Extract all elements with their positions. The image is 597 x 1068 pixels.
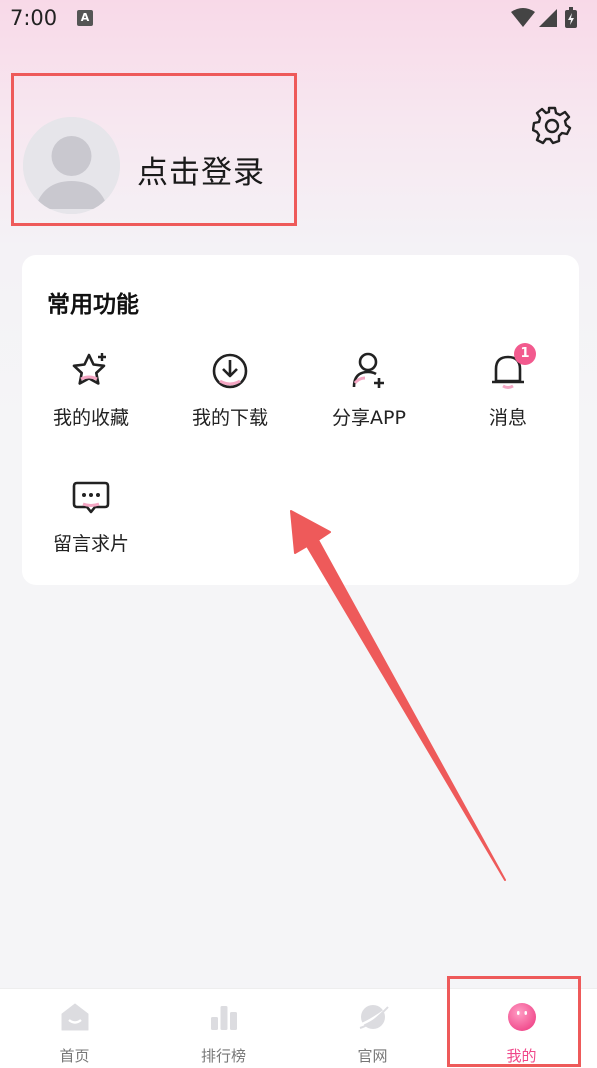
- download-icon: [212, 353, 248, 389]
- tab-ranking[interactable]: 排行榜: [149, 989, 298, 1068]
- home-icon: [61, 1003, 89, 1031]
- add-user-icon: [352, 352, 384, 388]
- request-movie-button[interactable]: 留言求片: [36, 477, 146, 557]
- function-label: 留言求片: [52, 533, 129, 555]
- function-label: 我的下载: [191, 407, 268, 429]
- function-label: 分享APP: [332, 407, 406, 429]
- planet-icon: [358, 1005, 389, 1029]
- messages-button[interactable]: 消息: [453, 351, 563, 431]
- tab-label: 官网: [357, 1047, 388, 1065]
- star-icon: [72, 353, 106, 385]
- wifi-icon: [511, 8, 535, 27]
- chat-icon: [72, 481, 110, 514]
- settings-gear-icon[interactable]: [532, 105, 572, 145]
- tab-label: 排行榜: [200, 1047, 246, 1065]
- signal-icon: [539, 9, 557, 27]
- downloads-button[interactable]: 我的下载: [175, 351, 285, 431]
- highlight-box-mine-tab: [447, 976, 581, 1067]
- status-bar: 7:00 A: [0, 0, 597, 38]
- tab-home[interactable]: 首页: [0, 989, 149, 1068]
- battery-icon: [565, 7, 577, 28]
- status-time: 7:00: [10, 6, 58, 30]
- status-icons: [511, 7, 577, 28]
- tab-label: 首页: [59, 1047, 90, 1065]
- function-label: 消息: [488, 407, 527, 429]
- unread-badge: 1: [514, 343, 536, 365]
- tab-official-site[interactable]: 官网: [298, 989, 447, 1068]
- share-app-button[interactable]: 分享APP: [314, 351, 424, 431]
- section-title: 常用功能: [47, 292, 139, 318]
- favorites-button[interactable]: 我的收藏: [36, 351, 146, 431]
- highlight-box-profile: [11, 73, 297, 226]
- rank-icon: [211, 1006, 237, 1030]
- notification-icon: A: [77, 10, 93, 26]
- function-label: 我的收藏: [52, 407, 129, 429]
